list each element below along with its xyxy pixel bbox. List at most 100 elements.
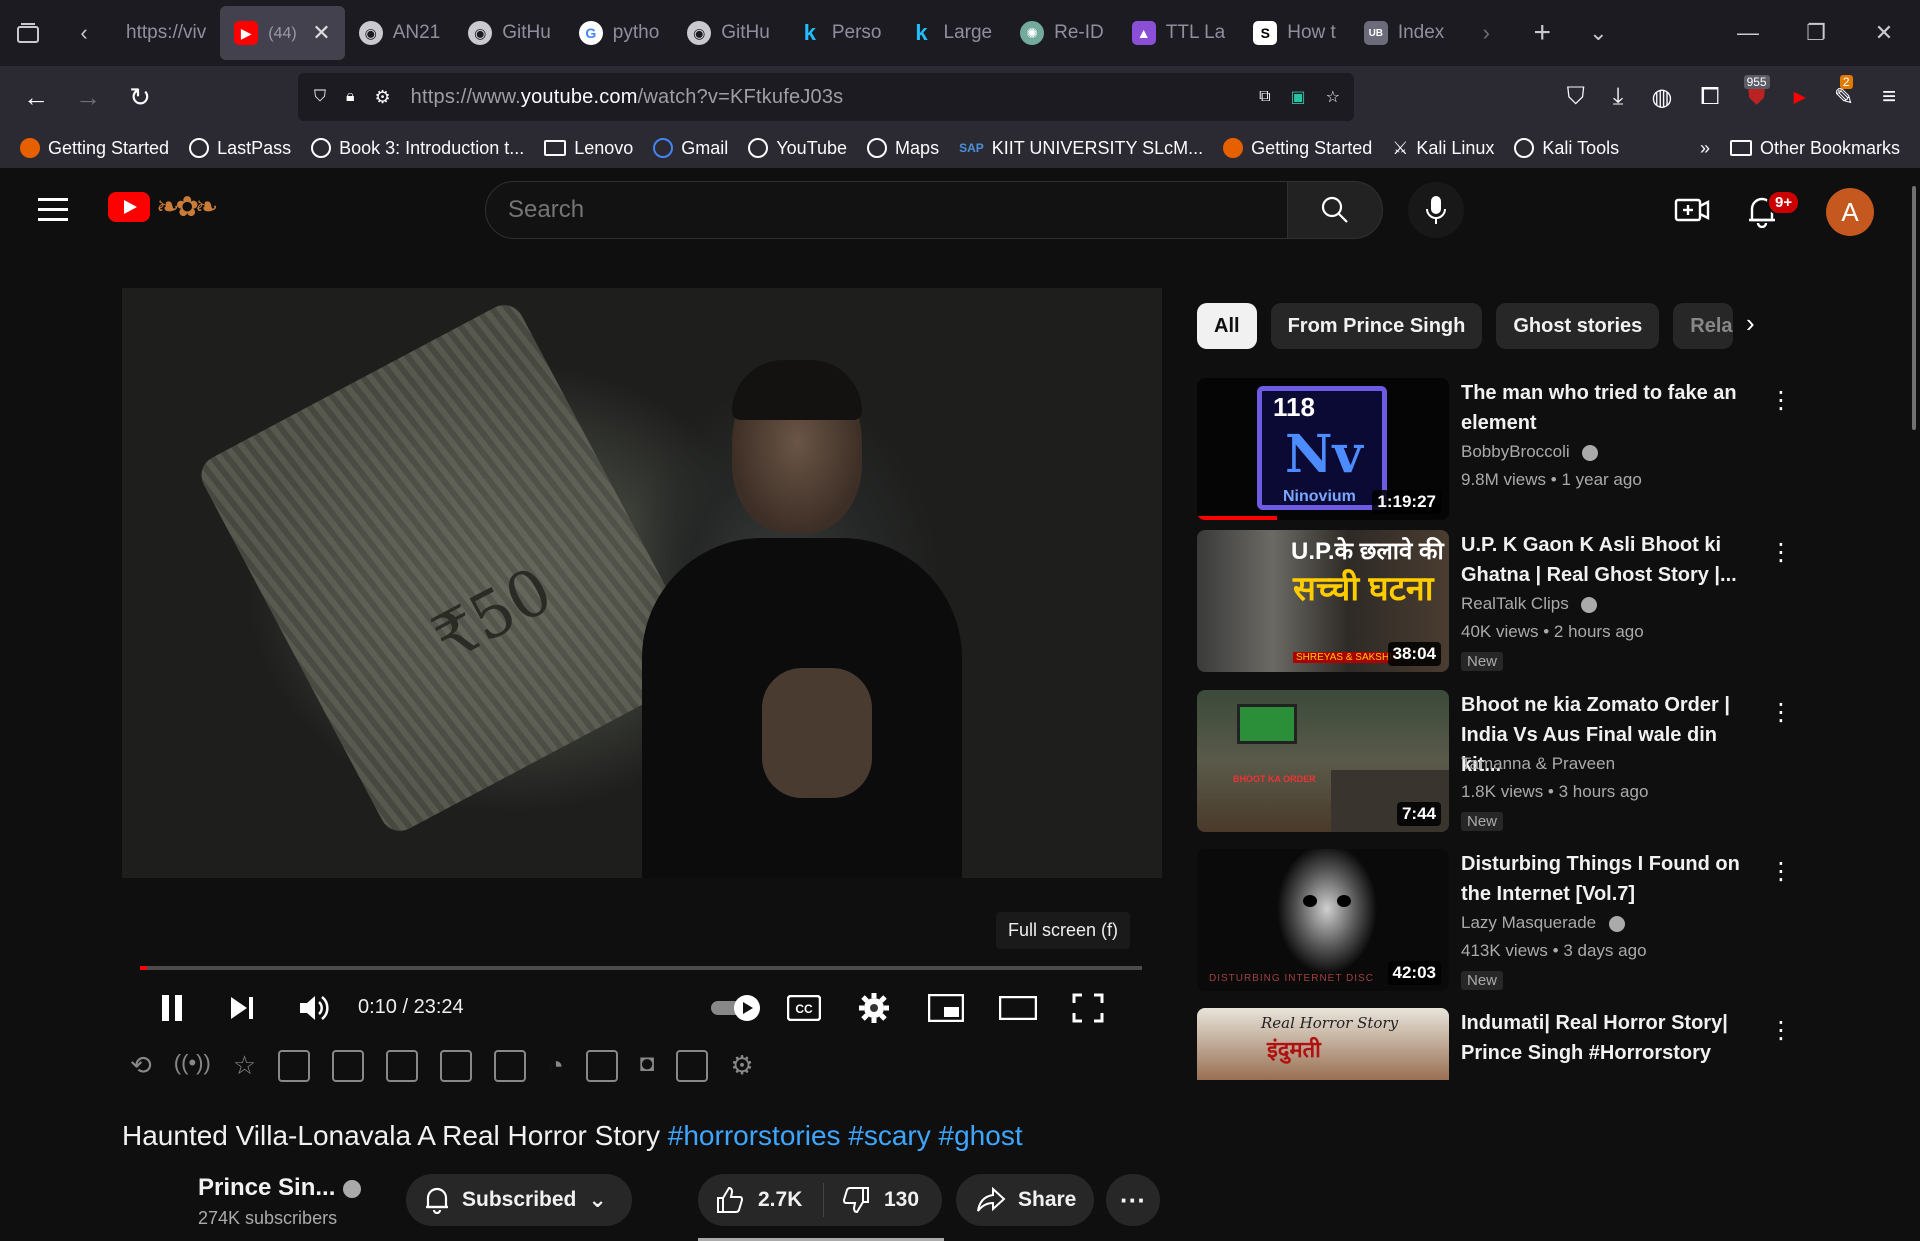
recommendation-title[interactable]: Disturbing Things I Found on the Interne… bbox=[1461, 849, 1761, 909]
ext-icon[interactable]: ✎ 2 bbox=[1834, 74, 1854, 112]
app-menu-icon[interactable]: ≡ bbox=[1882, 83, 1896, 111]
bookmark-item[interactable]: Getting Started bbox=[1223, 138, 1372, 159]
settings-button[interactable] bbox=[852, 986, 896, 1030]
bookmark-item[interactable]: Maps bbox=[867, 138, 939, 159]
bookmark-item[interactable]: Book 3: Introduction t... bbox=[311, 138, 524, 159]
search-button[interactable] bbox=[1287, 181, 1383, 239]
subscribed-button[interactable]: Subscribed ⌄ bbox=[406, 1174, 632, 1226]
bookmark-item[interactable]: Lenovo bbox=[544, 138, 633, 159]
thumbnail[interactable]: Real Horror Story इंदुमती bbox=[1197, 1008, 1449, 1080]
browser-tab[interactable]: UB Index bbox=[1350, 6, 1458, 60]
tabs-scroll-right-icon[interactable]: › bbox=[1458, 5, 1514, 61]
loop-icon[interactable]: ⟲ bbox=[130, 1050, 152, 1090]
page-scrollbar[interactable] bbox=[1912, 186, 1916, 430]
pause-button[interactable] bbox=[150, 986, 194, 1030]
more-vertical-icon[interactable]: ⋮ bbox=[1769, 857, 1793, 887]
recommendation-item[interactable]: 118 Nv Ninovium 1:19:27 The man who trie… bbox=[1197, 378, 1797, 520]
video-player[interactable]: ₹50 bbox=[122, 288, 1162, 878]
browser-tab[interactable]: k Perso bbox=[784, 6, 896, 60]
doodle-decoration-icon[interactable]: ❧✿❧ bbox=[156, 190, 218, 223]
recommendation-item[interactable]: DISTURBING INTERNET DISC 42:03 Disturbin… bbox=[1197, 849, 1797, 991]
browser-tab[interactable]: Gpytho bbox=[565, 6, 673, 60]
keyboard-icon[interactable] bbox=[676, 1050, 709, 1082]
search-input[interactable] bbox=[508, 196, 1287, 224]
menu-icon[interactable] bbox=[38, 198, 68, 228]
restore-window-icon[interactable]: ❐ bbox=[1782, 0, 1850, 66]
account-icon[interactable]: ◍ bbox=[1651, 83, 1672, 112]
bookmark-star-icon[interactable]: ☆ bbox=[1326, 87, 1340, 107]
thumbnail[interactable]: BHOOT KA ORDER 7:44 bbox=[1197, 690, 1449, 832]
browser-tab[interactable]: ◉ AN21 bbox=[345, 6, 455, 60]
like-button[interactable]: 2.7K bbox=[698, 1183, 824, 1217]
tracking-protection-icon[interactable]: ⛉ bbox=[314, 88, 326, 106]
minimize-window-icon[interactable]: — bbox=[1714, 0, 1782, 66]
miniplayer-button[interactable] bbox=[924, 986, 968, 1030]
chip-from-channel[interactable]: From Prince Singh bbox=[1270, 303, 1483, 349]
bookmark-item[interactable]: Getting Started bbox=[20, 138, 169, 159]
list-tabs-icon[interactable]: ⌄ bbox=[1570, 5, 1626, 61]
thumbnail[interactable]: U.P.के छलावे की सच्ची घटना SHREYAS & SAK… bbox=[1197, 530, 1449, 672]
video-hashtags[interactable]: #horrorstories #scary #ghost bbox=[668, 1120, 1023, 1151]
recommendation-item[interactable]: BHOOT KA ORDER 7:44 Bhoot ne kia Zomato … bbox=[1197, 690, 1797, 832]
more-bookmarks-icon[interactable]: » bbox=[1700, 138, 1710, 159]
youtube-logo[interactable] bbox=[108, 192, 150, 222]
theater-mode-button[interactable] bbox=[996, 986, 1040, 1030]
tab-close-icon[interactable]: ✕ bbox=[312, 20, 330, 46]
recommendation-channel[interactable]: RealTalk Clips bbox=[1461, 594, 1598, 614]
more-vertical-icon[interactable]: ⋮ bbox=[1769, 698, 1793, 728]
thumbnail[interactable]: 118 Nv Ninovium 1:19:27 bbox=[1197, 378, 1449, 520]
forward-icon[interactable]: → bbox=[62, 71, 114, 123]
star-icon[interactable]: ☆ bbox=[233, 1050, 256, 1090]
cinema-icon[interactable] bbox=[386, 1050, 419, 1082]
recommendation-title[interactable]: The man who tried to fake an element bbox=[1461, 378, 1761, 438]
speed-icon[interactable]: ◔ bbox=[548, 1050, 564, 1090]
avatar[interactable]: A bbox=[1826, 188, 1874, 236]
fullscreen-button[interactable] bbox=[1066, 986, 1110, 1030]
tabs-scroll-left-icon[interactable]: ‹ bbox=[56, 5, 112, 61]
autoplay-toggle[interactable] bbox=[708, 986, 764, 1030]
chips-next-icon[interactable]: › bbox=[1746, 308, 1782, 344]
frames-icon[interactable] bbox=[494, 1050, 527, 1082]
create-video-icon[interactable] bbox=[1674, 192, 1710, 228]
extensions-icon[interactable]: ⧠ bbox=[1700, 83, 1719, 111]
chip-ghost-stories[interactable]: Ghost stories bbox=[1496, 303, 1660, 349]
next-button[interactable] bbox=[220, 986, 264, 1030]
downloads-icon[interactable]: ⤓ bbox=[1613, 83, 1624, 111]
thumbnail[interactable]: DISTURBING INTERNET DISC 42:03 bbox=[1197, 849, 1449, 991]
recommendation-item[interactable]: Real Horror Story इंदुमती Indumati| Real… bbox=[1197, 1008, 1797, 1080]
browser-tab-active[interactable]: ▶ (44) PLA ✕ bbox=[220, 6, 345, 60]
more-vertical-icon[interactable]: ⋮ bbox=[1769, 538, 1793, 568]
recommendation-title[interactable]: Indumati| Real Horror Story| Prince Sing… bbox=[1461, 1008, 1761, 1068]
extension-settings-gear-icon[interactable]: ⚙ bbox=[730, 1050, 753, 1090]
bookmark-item[interactable]: LastPass bbox=[189, 138, 291, 159]
captions-button[interactable]: CC bbox=[782, 986, 826, 1030]
channel-name[interactable]: Prince Sin... bbox=[198, 1174, 362, 1202]
effects-icon[interactable] bbox=[585, 1050, 618, 1082]
recommendation-channel[interactable]: Tamanna & Praveen bbox=[1461, 754, 1615, 774]
bookmark-item[interactable]: ⚔ Kali Linux bbox=[1392, 138, 1494, 159]
voice-search-button[interactable] bbox=[1408, 182, 1464, 238]
new-tab-icon[interactable]: + bbox=[1514, 5, 1570, 61]
browser-tab[interactable]: ◉ GitHu bbox=[673, 6, 784, 60]
more-vertical-icon[interactable]: ⋮ bbox=[1769, 1016, 1793, 1046]
view-icon[interactable] bbox=[332, 1050, 365, 1082]
more-vertical-icon[interactable]: ⋮ bbox=[1769, 386, 1793, 416]
video-progress-bar[interactable] bbox=[140, 966, 1142, 970]
bookmark-item[interactable]: SAP KIIT UNIVERSITY SLcM... bbox=[959, 138, 1203, 159]
browser-tab[interactable]: ▲ TTL La bbox=[1118, 6, 1240, 60]
dislike-button[interactable]: 130 bbox=[824, 1186, 919, 1214]
tab-overview-icon[interactable] bbox=[0, 5, 56, 61]
share-button[interactable]: Share bbox=[956, 1174, 1094, 1226]
volume-button[interactable] bbox=[292, 986, 336, 1030]
reload-icon[interactable]: ↻ bbox=[114, 71, 166, 123]
other-bookmarks[interactable]: Other Bookmarks bbox=[1729, 138, 1900, 159]
ad-block-icon[interactable] bbox=[278, 1050, 311, 1082]
ublock-icon[interactable]: ⛊ 955 bbox=[1743, 75, 1770, 111]
picture-in-picture-icon[interactable]: ⧉ bbox=[1259, 88, 1270, 106]
browser-tab[interactable]: S How t bbox=[1239, 6, 1350, 60]
youtube-ext-icon[interactable]: ▶ bbox=[1794, 87, 1806, 107]
close-window-icon[interactable]: ✕ bbox=[1850, 0, 1918, 66]
screenshot-camera-icon[interactable]: ◘ bbox=[640, 1050, 655, 1090]
browser-tab[interactable]: ✺ Re-ID bbox=[1006, 6, 1118, 60]
recommendation-item[interactable]: U.P.के छलावे की सच्ची घटना SHREYAS & SAK… bbox=[1197, 530, 1797, 672]
